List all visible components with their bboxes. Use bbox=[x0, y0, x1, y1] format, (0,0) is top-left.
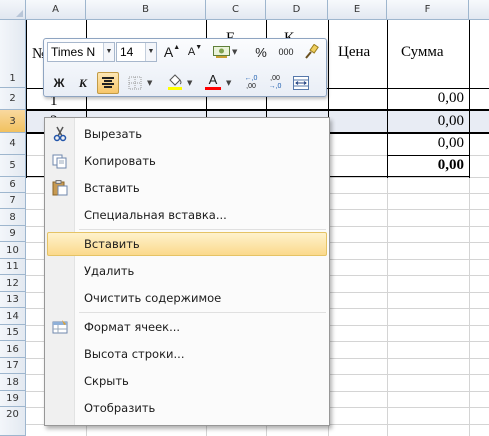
table-border bbox=[26, 109, 489, 111]
cell-f3[interactable]: 0,00 bbox=[388, 113, 468, 130]
grow-font-button[interactable]: A ▲ bbox=[161, 41, 183, 63]
row-header-15[interactable]: 15 bbox=[0, 325, 26, 341]
paste-icon bbox=[52, 180, 68, 196]
row-header-17[interactable]: 17 bbox=[0, 358, 26, 374]
menu-item-delete[interactable]: Удалить bbox=[47, 259, 327, 283]
menu-item-hide[interactable]: Скрыть bbox=[47, 369, 327, 393]
row-header-2[interactable]: 2 bbox=[0, 88, 26, 110]
menu-item-insert[interactable]: Вставить bbox=[47, 232, 327, 256]
comma-style-button[interactable]: 000 bbox=[275, 41, 297, 63]
cell-f2[interactable]: 0,00 bbox=[388, 90, 468, 107]
chevron-down-icon[interactable]: ▼ bbox=[232, 48, 237, 56]
row-header-12[interactable]: 12 bbox=[0, 275, 26, 292]
merge-center-button[interactable] bbox=[290, 72, 312, 94]
fill-color-button[interactable] bbox=[164, 70, 186, 92]
row-header-19[interactable]: 19 bbox=[0, 391, 26, 407]
row-header-8[interactable]: 8 bbox=[0, 209, 26, 226]
menu-separator bbox=[79, 229, 326, 230]
align-center-icon bbox=[102, 77, 114, 88]
format-cells-icon bbox=[52, 319, 68, 335]
column-header-b[interactable]: B bbox=[86, 0, 206, 20]
cell-e1[interactable]: Цена bbox=[338, 44, 370, 61]
menu-item-paste[interactable]: Вставить bbox=[47, 176, 327, 200]
column-header-a[interactable]: A bbox=[26, 0, 86, 20]
select-all-corner[interactable] bbox=[0, 0, 26, 20]
row-header-16[interactable]: 16 bbox=[0, 341, 26, 358]
increase-decimal-button[interactable]: ←,0 ,00 bbox=[240, 72, 262, 94]
table-border bbox=[26, 20, 27, 178]
column-header-f[interactable]: F bbox=[387, 0, 469, 20]
menu-item-paste-special[interactable]: Специальная вставка... bbox=[47, 203, 327, 227]
font-name-combo[interactable]: Times N ▼ bbox=[47, 42, 115, 62]
context-menu: Вырезать Копировать Вставить Специальная… bbox=[44, 117, 330, 426]
menu-item-row-height[interactable]: Высота строки... bbox=[47, 342, 327, 366]
borders-icon bbox=[128, 76, 142, 90]
column-header-g[interactable] bbox=[469, 0, 489, 20]
row-header-3[interactable]: 3 bbox=[0, 110, 26, 133]
accounting-format-button[interactable] bbox=[210, 41, 232, 63]
borders-button[interactable] bbox=[124, 72, 146, 94]
cell-f5[interactable]: 0,00 bbox=[388, 157, 468, 174]
column-header-d[interactable]: D bbox=[266, 0, 328, 20]
row-header-1[interactable]: 1 bbox=[0, 20, 26, 88]
scissors-icon bbox=[52, 126, 68, 142]
cell-f4[interactable]: 0,00 bbox=[388, 135, 468, 152]
mini-toolbar: Times N ▼ 14 ▼ A ▲ A ▼ ▼ % 000 Ж К ▼ ▼ A… bbox=[43, 38, 327, 97]
caret-up-icon: ▲ bbox=[173, 44, 181, 51]
row-header-5[interactable]: 5 bbox=[0, 155, 26, 177]
chevron-down-icon[interactable]: ▼ bbox=[226, 79, 231, 87]
table-border bbox=[387, 155, 470, 156]
chevron-down-icon[interactable]: ▼ bbox=[147, 79, 152, 87]
paintbrush-icon bbox=[305, 44, 319, 59]
format-painter-button[interactable] bbox=[300, 41, 322, 63]
menu-item-copy[interactable]: Копировать bbox=[47, 149, 327, 173]
copy-icon bbox=[52, 153, 68, 169]
row-header-20[interactable]: 20 bbox=[0, 407, 26, 436]
font-size-combo[interactable]: 14 ▼ bbox=[116, 42, 157, 62]
percent-style-button[interactable]: % bbox=[250, 41, 272, 63]
row-header-11[interactable]: 11 bbox=[0, 259, 26, 275]
money-icon bbox=[212, 46, 230, 58]
row-header-9[interactable]: 9 bbox=[0, 226, 26, 242]
chevron-down-icon[interactable]: ▼ bbox=[145, 43, 156, 61]
menu-item-cut[interactable]: Вырезать bbox=[47, 122, 327, 146]
row-header-10[interactable]: 10 bbox=[0, 242, 26, 259]
menu-item-format-cells[interactable]: Формат ячеек... bbox=[47, 315, 327, 339]
decrease-decimal-button[interactable]: ,00 →,0 bbox=[264, 72, 286, 94]
paint-bucket-icon bbox=[168, 74, 182, 90]
merge-cells-icon bbox=[293, 76, 309, 90]
bold-button[interactable]: Ж bbox=[48, 72, 70, 94]
center-align-button[interactable] bbox=[97, 72, 119, 94]
font-color-button[interactable]: A bbox=[202, 70, 224, 92]
row-header-18[interactable]: 18 bbox=[0, 374, 26, 391]
column-header-e[interactable]: E bbox=[328, 0, 387, 20]
menu-separator bbox=[79, 312, 326, 313]
menu-item-clear-contents[interactable]: Очистить содержимое bbox=[47, 286, 327, 310]
row-header-14[interactable]: 14 bbox=[0, 308, 26, 325]
row-header-4[interactable]: 4 bbox=[0, 133, 26, 155]
row-header-6[interactable]: 6 bbox=[0, 177, 26, 193]
chevron-down-icon[interactable]: ▼ bbox=[103, 43, 114, 61]
row-header-7[interactable]: 7 bbox=[0, 193, 26, 209]
column-header-c[interactable]: C bbox=[206, 0, 266, 20]
row-header-13[interactable]: 13 bbox=[0, 292, 26, 308]
caret-down-icon: ▼ bbox=[195, 44, 203, 51]
shrink-font-button[interactable]: A ▼ bbox=[184, 41, 206, 63]
font-color-swatch bbox=[205, 86, 221, 90]
chevron-down-icon[interactable]: ▼ bbox=[187, 79, 192, 87]
cell-f1[interactable]: Сумма bbox=[401, 44, 443, 61]
italic-button[interactable]: К bbox=[72, 72, 94, 94]
menu-item-unhide[interactable]: Отобразить bbox=[47, 396, 327, 420]
corner-triangle-icon bbox=[16, 10, 23, 17]
